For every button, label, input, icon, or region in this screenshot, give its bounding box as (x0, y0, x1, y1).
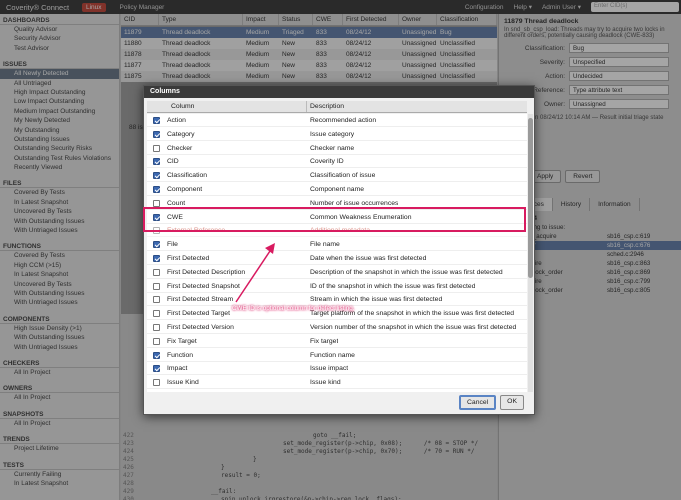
annotation-text: CWE ID is optional column for defect lis… (232, 305, 355, 312)
annotation-arrow (235, 243, 275, 303)
